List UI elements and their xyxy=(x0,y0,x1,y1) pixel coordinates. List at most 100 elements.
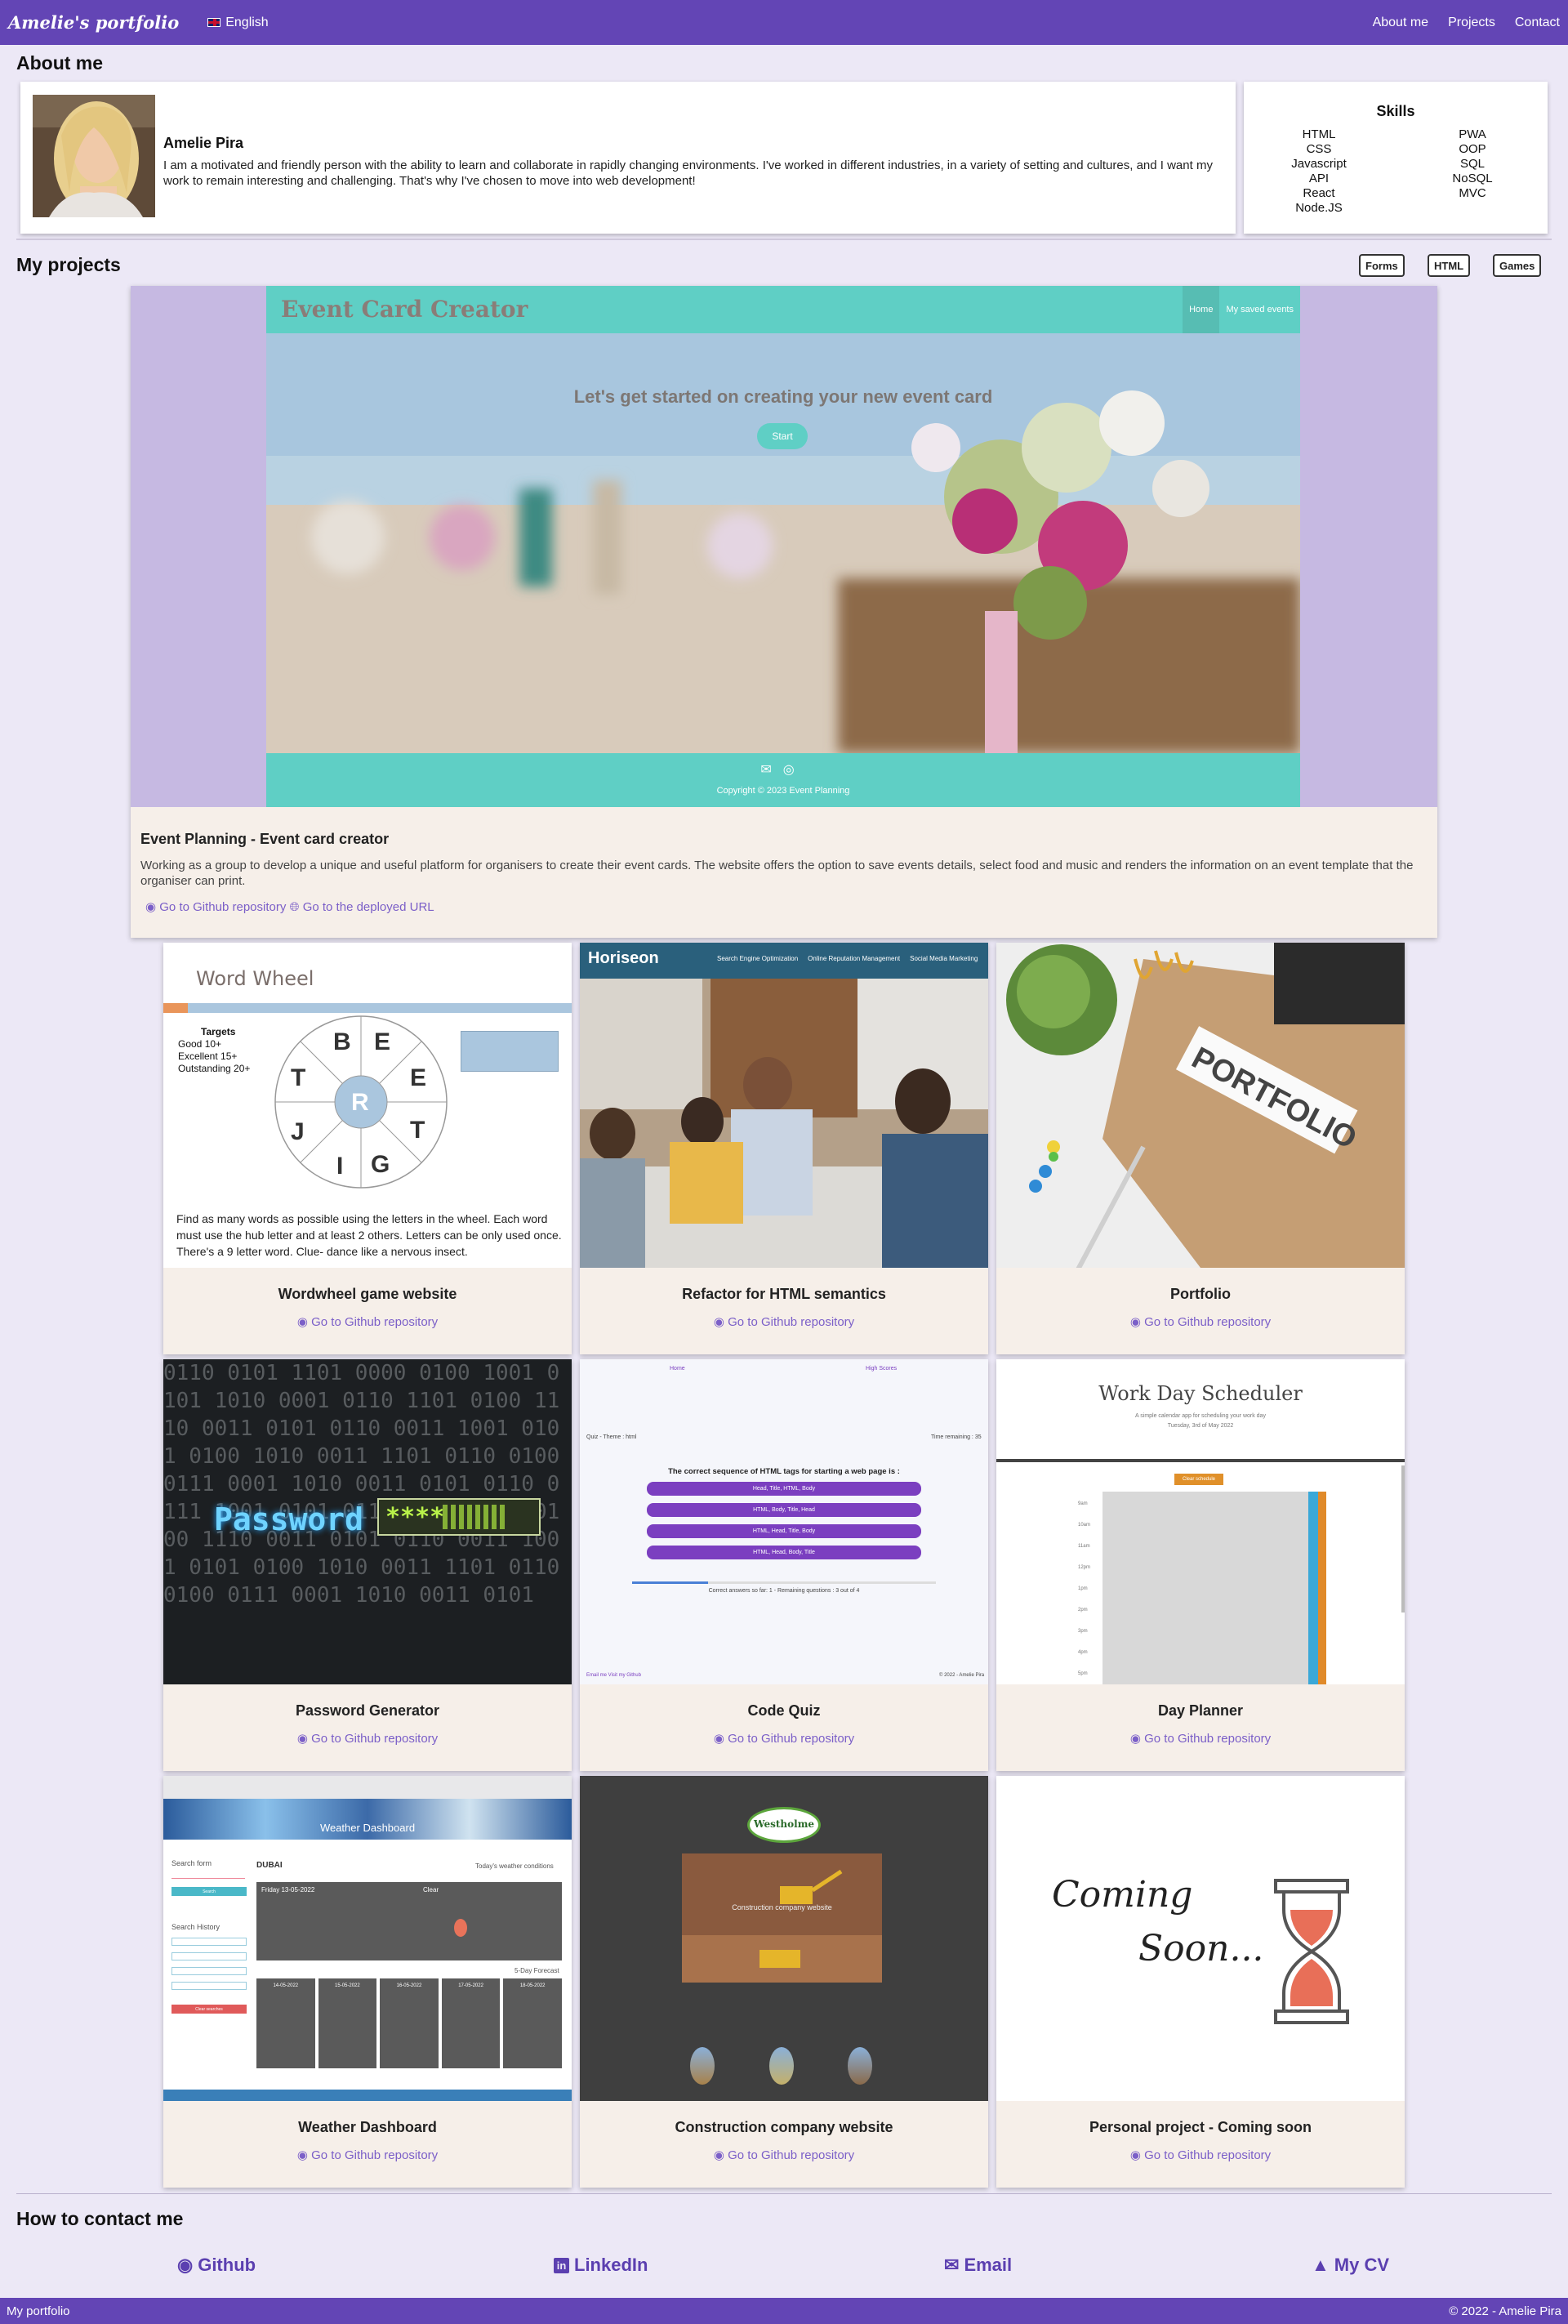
planner-title: Work Day Scheduler xyxy=(1098,1382,1303,1405)
card-repo-link[interactable]: ◉ Go to Github repository xyxy=(163,1731,572,1746)
github-icon: ◉ xyxy=(1129,1732,1145,1746)
planner-hours: 9am 10am 11am 12pm 1pm 2pm 3pm 4pm 5pm xyxy=(1078,1493,1090,1684)
weather-history-label: Search History xyxy=(172,1923,220,1931)
planner-thumbnail[interactable]: Work Day Scheduler A simple calendar app… xyxy=(996,1359,1405,1684)
footer-left: My portfolio xyxy=(7,2304,70,2318)
project-card-portfolio: PORTFOLIO Portfolio ◉ Go to Github repos… xyxy=(996,943,1405,1354)
password-thumbnail[interactable]: 0110 0101 1101 0000 0100 1001 0101 1010 … xyxy=(163,1359,572,1684)
nav-link-about[interactable]: About me xyxy=(1373,16,1428,30)
card-repo-link-label: Go to Github repository xyxy=(1144,2148,1272,2162)
filter-html-button[interactable]: HTML xyxy=(1428,254,1471,277)
filter-games-button[interactable]: Games xyxy=(1493,254,1542,277)
quiz-theme: Quiz - Theme : html xyxy=(586,1434,637,1440)
ww-title: Word Wheel xyxy=(196,967,314,990)
ww-instructions: Find as many words as possible using the… xyxy=(176,1212,562,1258)
skill-item: OOP xyxy=(1459,142,1486,156)
construction-logo: Westholme xyxy=(753,1818,815,1830)
construction-thumbnail[interactable]: Westholme Construction company website xyxy=(580,1776,988,2101)
nav-link-projects[interactable]: Projects xyxy=(1448,16,1495,30)
skills-column-right: PWA OOP SQL NoSQL MVC xyxy=(1423,127,1521,201)
coming-soon-thumbnail[interactable]: Coming Soon... xyxy=(996,1776,1405,2101)
card-repo-link-label: Go to Github repository xyxy=(311,1732,439,1746)
planner-hour: 5pm xyxy=(1078,1671,1088,1676)
ww-excellent: Excellent 15+ xyxy=(178,1050,238,1062)
language-selector[interactable]: English xyxy=(207,16,269,30)
card-repo-link[interactable]: ◉ Go to Github repository xyxy=(163,2148,572,2162)
planner-hour: 1pm xyxy=(1078,1586,1088,1591)
github-icon: ◉ xyxy=(713,1315,728,1329)
card-repo-link-label: Go to Github repository xyxy=(728,2148,855,2162)
skill-item: API xyxy=(1308,172,1330,185)
ww-outstanding: Outstanding 20+ xyxy=(178,1063,251,1074)
weather-search-button: Search xyxy=(172,1887,247,1896)
card-repo-link[interactable]: ◉ Go to Github repository xyxy=(996,1314,1405,1329)
footer-right: © 2022 - Amelie Pira xyxy=(1449,2304,1561,2318)
contact-email-label: Email xyxy=(964,2255,1013,2275)
ww-letter: E xyxy=(410,1064,427,1091)
weather-thumbnail[interactable]: Weather Dashboard Search form Search Sea… xyxy=(163,1776,572,2101)
wordwheel-thumbnail[interactable]: Word Wheel Targets Good 10+ Excellent 15… xyxy=(163,943,572,1268)
weather-header: Weather Dashboard xyxy=(319,1822,416,1834)
nav-link-contact[interactable]: Contact xyxy=(1515,16,1560,30)
skill-item: MVC xyxy=(1459,186,1486,200)
ww-good: Good 10+ xyxy=(178,1038,222,1050)
section-divider xyxy=(16,239,1552,240)
weather-city: DUBAI xyxy=(256,1861,283,1870)
card-repo-link[interactable]: ◉ Go to Github repository xyxy=(996,2148,1405,2162)
horiseon-logo: Horiseon xyxy=(588,949,659,967)
quiz-answer: HTML, Body, Title, Head xyxy=(647,1503,921,1517)
ecc-copyright: Copyright © 2023 Event Planning xyxy=(716,786,850,796)
card-repo-link[interactable]: ◉ Go to Github repository xyxy=(580,1314,988,1329)
contact-github-link[interactable]: ◉ Github xyxy=(177,2255,256,2276)
about-description: I am a motivated and friendly person wit… xyxy=(163,158,1213,188)
top-navbar: Amelie's portfolio English About me Proj… xyxy=(0,0,1568,45)
skill-item: NoSQL xyxy=(1452,172,1493,185)
quiz-thumbnail[interactable]: Home High Scores Quiz - Theme : html Tim… xyxy=(580,1359,988,1684)
card-repo-link-label: Go to Github repository xyxy=(728,1732,855,1746)
card-title: Construction company website xyxy=(675,2119,893,2135)
filter-forms-button[interactable]: Forms xyxy=(1359,254,1405,277)
project-card-horiseon: Horiseon Search Engine Optimization Onli… xyxy=(580,943,988,1354)
forecast-day: 17-05-2022 xyxy=(441,1978,501,2068)
horiseon-thumbnail[interactable]: Horiseon Search Engine Optimization Onli… xyxy=(580,943,988,1268)
card-title: Wordwheel game website xyxy=(278,1286,457,1302)
featured-deploy-link[interactable]: Go to the deployed URL xyxy=(303,900,434,914)
contact-cv-link[interactable]: ▲ My CV xyxy=(1312,2255,1389,2276)
ww-letter: J xyxy=(291,1118,305,1145)
card-repo-link[interactable]: ◉ Go to Github repository xyxy=(996,1731,1405,1746)
ecc-footer-icons: ✉◎ xyxy=(760,763,806,777)
portfolio-thumbnail[interactable]: PORTFOLIO xyxy=(996,943,1405,1268)
card-repo-link[interactable]: ◉ Go to Github repository xyxy=(163,1314,572,1329)
featured-project-links: ◉ Go to Github repository 🌐︎ Go to the d… xyxy=(145,899,434,914)
about-card: Amelie Pira I am a motivated and friendl… xyxy=(20,82,1236,234)
forecast-day: 15-05-2022 xyxy=(318,1978,377,2068)
card-repo-link-label: Go to Github repository xyxy=(311,2148,439,2162)
featured-project-description: Working as a group to develop a unique a… xyxy=(140,859,1414,888)
sun-icon xyxy=(454,1919,467,1937)
card-title: Code Quiz xyxy=(747,1702,821,1719)
quiz-answer: HTML, Head, Body, Title xyxy=(647,1546,921,1559)
ww-letter: G xyxy=(371,1151,390,1178)
project-card-coming-soon: Coming Soon... Personal project - Coming… xyxy=(996,1776,1405,2188)
skills-column-left: HTML CSS Javascript API React Node.JS xyxy=(1270,127,1368,216)
card-title: Personal project - Coming soon xyxy=(1089,2119,1312,2135)
contact-linkedin-link[interactable]: in LinkedIn xyxy=(554,2255,648,2276)
ecc-start-button: Start xyxy=(757,423,808,449)
skill-item: React xyxy=(1303,186,1335,200)
ww-letter: T xyxy=(291,1064,306,1091)
featured-project-image[interactable]: Event Card Creator Home My saved events xyxy=(131,286,1437,807)
planner-date: Tuesday, 3rd of May 2022 xyxy=(1167,1423,1234,1429)
weather-forecast-label: 5-Day Forecast xyxy=(514,1967,559,1974)
featured-repo-link[interactable]: Go to Github repository xyxy=(159,900,286,914)
card-repo-link-label: Go to Github repository xyxy=(311,1315,439,1329)
card-repo-link[interactable]: ◉ Go to Github repository xyxy=(580,1731,988,1746)
planner-hour: 9am xyxy=(1078,1501,1088,1506)
planner-hour: 12pm xyxy=(1078,1565,1091,1570)
brand-logo[interactable]: Amelie's portfolio xyxy=(8,12,179,33)
contact-email-link[interactable]: ✉ Email xyxy=(944,2255,1012,2276)
skill-item: Javascript xyxy=(1291,157,1347,171)
card-repo-link[interactable]: ◉ Go to Github repository xyxy=(580,2148,988,2162)
project-card-wordwheel: Word Wheel Targets Good 10+ Excellent 15… xyxy=(163,943,572,1354)
card-title: Password Generator xyxy=(295,1702,440,1719)
ecc-footer: ✉◎ Copyright © 2023 Event Planning xyxy=(266,753,1300,807)
